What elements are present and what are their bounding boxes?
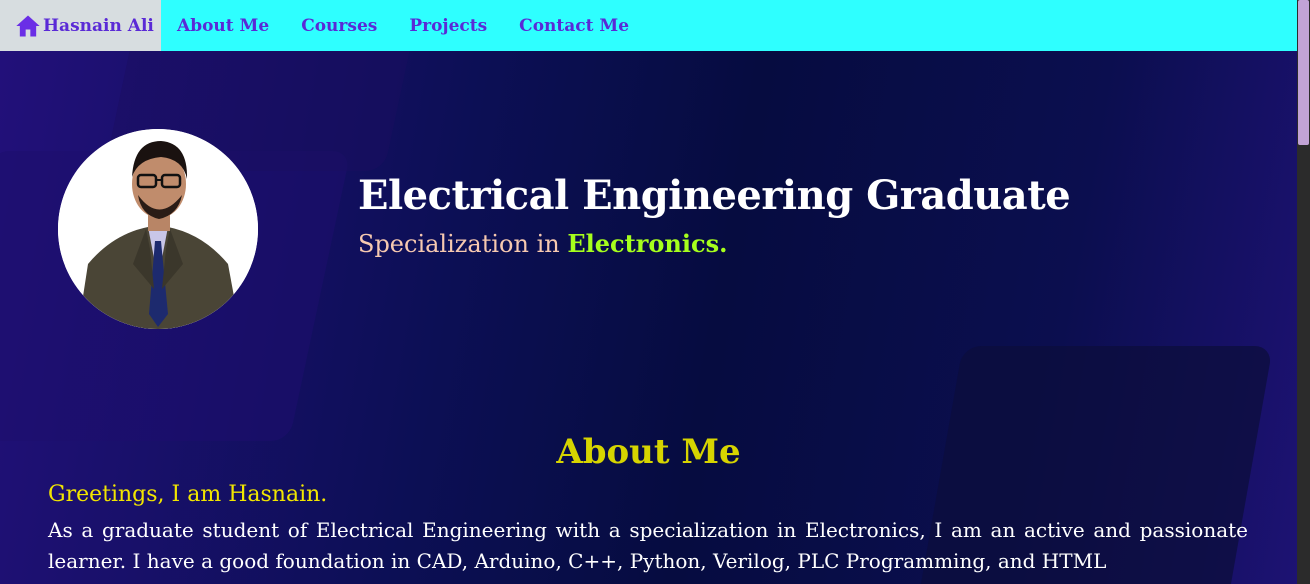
scrollbar-thumb[interactable] — [1298, 0, 1309, 145]
page-headline: Electrical Engineering Graduate — [358, 172, 1071, 219]
about-heading: About Me — [556, 432, 741, 472]
nav-contact-me[interactable]: Contact Me — [519, 16, 629, 36]
home-icon — [16, 15, 40, 36]
specialization-prefix: Specialization in — [358, 230, 568, 258]
specialization-subtitle: Specialization in Electronics. — [358, 229, 727, 258]
vertical-scrollbar[interactable] — [1297, 0, 1310, 584]
home-label: Hasnain Ali — [43, 15, 154, 36]
nav-projects[interactable]: Projects — [409, 16, 487, 36]
nav-about-me[interactable]: About Me — [177, 16, 269, 36]
home-link[interactable]: Hasnain Ali — [0, 0, 161, 51]
top-navbar: Hasnain Ali About Me Courses Projects Co… — [0, 0, 1297, 51]
nav-courses[interactable]: Courses — [301, 16, 377, 36]
greeting-text: Greetings, I am Hasnain. — [48, 482, 328, 507]
specialization-highlight: Electronics. — [567, 229, 728, 258]
profile-photo — [58, 129, 258, 329]
about-paragraph: As a graduate student of Electrical Engi… — [48, 518, 1248, 573]
